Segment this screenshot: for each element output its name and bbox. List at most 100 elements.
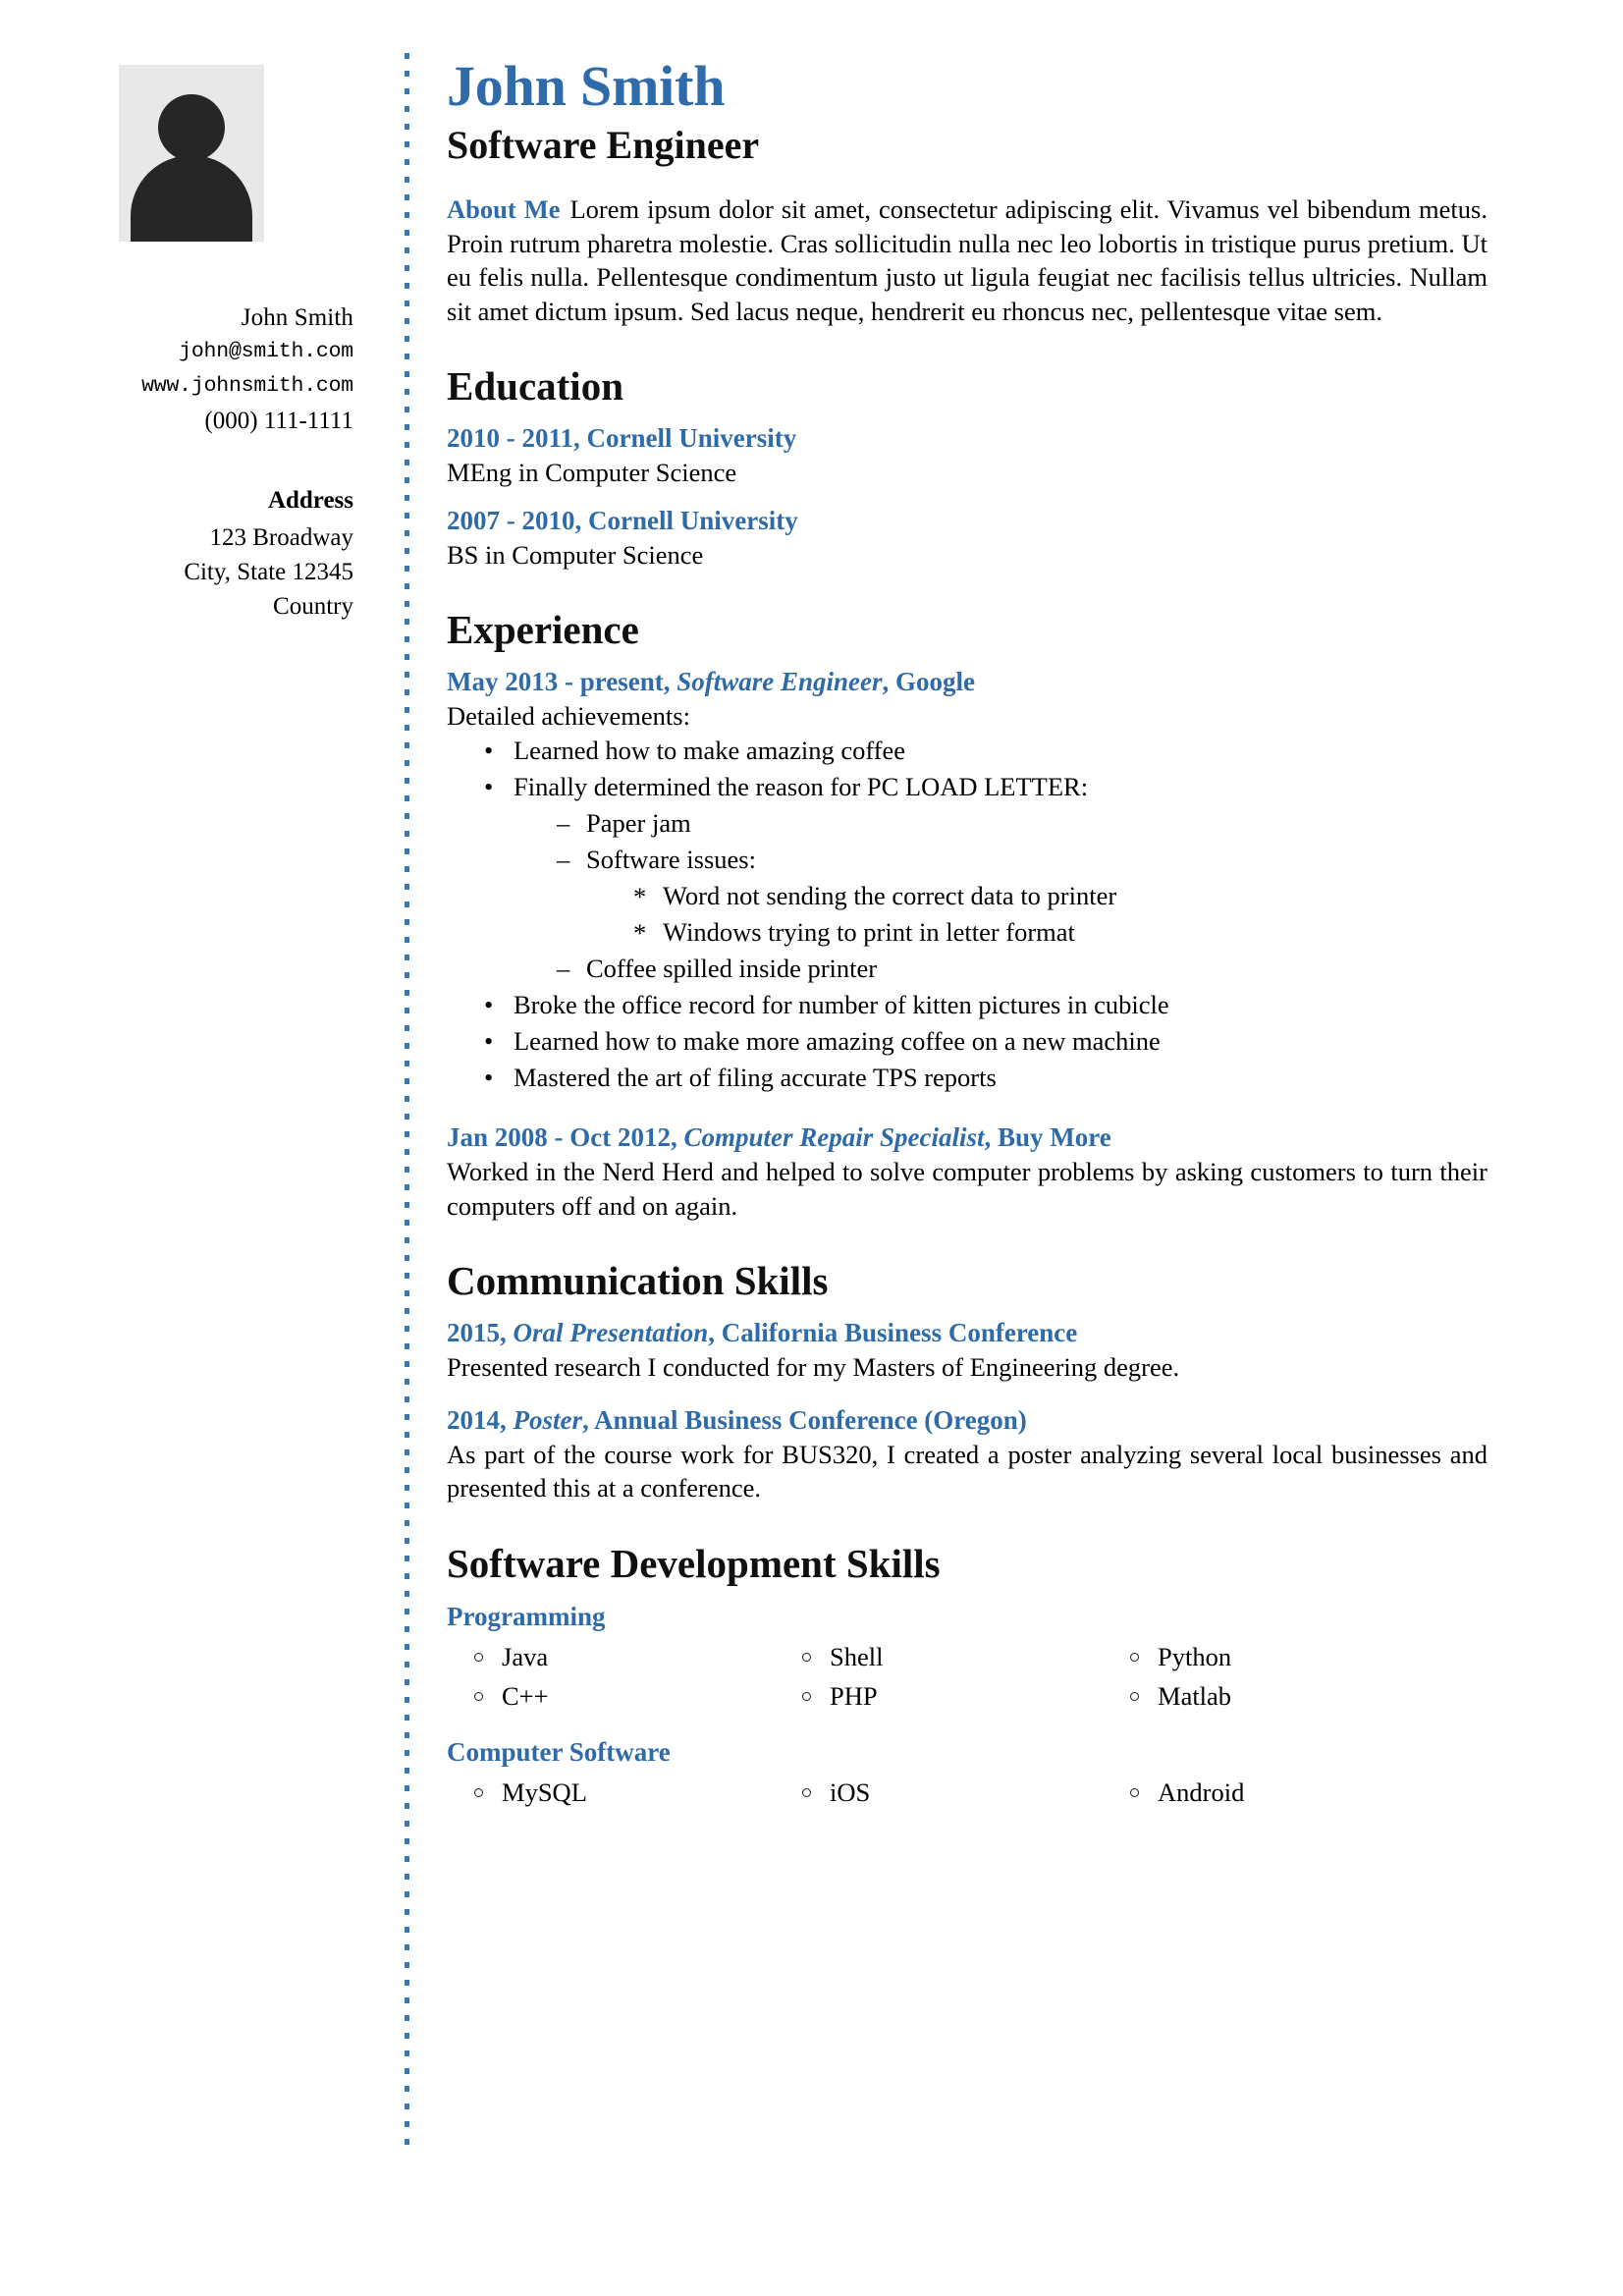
skill-grid: Java Shell Python C++ PHP Matlab <box>460 1637 1488 1716</box>
job-title: Software Engineer <box>447 123 760 167</box>
main-column: John Smith Software Engineer About Me Lor… <box>447 0 1488 1812</box>
list-item-text: Software issues: <box>586 845 756 874</box>
about-me-label: About Me <box>447 194 561 224</box>
list-item-text: Paper jam <box>586 808 691 838</box>
section-heading-experience: Experience <box>447 607 639 652</box>
experience-role: Computer Repair Specialist <box>683 1122 985 1152</box>
avatar-head-icon <box>158 94 225 161</box>
skill-item: Android <box>1116 1773 1444 1812</box>
list-item-text: Coffee spilled inside printer <box>586 954 878 983</box>
avatar-container <box>0 65 383 242</box>
experience-dates: Jan 2008 - Oct 2012, <box>447 1122 677 1152</box>
experience-description: Worked in the Nerd Herd and helped to so… <box>447 1157 1488 1221</box>
skill-group-computer-software: Computer Software MySQL iOS Android <box>447 1733 1488 1812</box>
list-item: * Windows trying to print in letter form… <box>633 914 1488 951</box>
list-item: * Word not sending the correct data to p… <box>633 878 1488 914</box>
section-heading-communication: Communication Skills <box>447 1258 829 1303</box>
list-item: – Coffee spilled inside printer <box>557 951 1488 987</box>
skill-label: Android <box>1158 1777 1245 1807</box>
contact-website[interactable]: www.johnsmith.com <box>0 369 353 404</box>
circle-marker-icon <box>802 1691 811 1701</box>
circle-marker-icon <box>474 1787 483 1797</box>
circle-marker-icon <box>802 1652 811 1662</box>
list-item-text: Learned how to make amazing coffee <box>514 736 906 765</box>
bullet-marker-icon: • <box>484 1063 494 1092</box>
address-heading: Address <box>267 487 353 514</box>
circle-marker-icon <box>1130 1652 1139 1662</box>
sidebar: John Smith john@smith.com www.johnsmith.… <box>0 0 383 624</box>
section-heading-software-skills: Software Development Skills <box>447 1540 941 1586</box>
section-heading-education: Education <box>447 363 623 409</box>
list-item: • Broke the office record for number of … <box>484 987 1488 1023</box>
skill-group-programming: Programming Java Shell Python C++ PHP Ma… <box>447 1598 1488 1716</box>
skill-item: iOS <box>788 1773 1116 1812</box>
avatar <box>119 65 264 242</box>
contact-email[interactable]: john@smith.com <box>0 335 353 369</box>
circle-marker-icon <box>474 1652 483 1662</box>
about-me-paragraph: About Me Lorem ipsum dolor sit amet, cons… <box>447 192 1488 328</box>
list-item: • Finally determined the reason for PC L… <box>484 769 1488 987</box>
communication-entry: 2014, Poster, Annual Business Conference… <box>447 1402 1488 1505</box>
skill-category-label: Programming <box>447 1601 606 1631</box>
skill-item: C++ <box>460 1676 788 1716</box>
communication-venue: , California Business Conference <box>708 1318 1078 1347</box>
circle-marker-icon <box>802 1787 811 1797</box>
contact-phone[interactable]: (000) 111-1111 <box>0 404 353 438</box>
star-marker-icon: * <box>633 882 647 911</box>
communication-entry-head: 2014, Poster, Annual Business Conference… <box>447 1402 1488 1438</box>
page-title: John Smith <box>447 54 726 118</box>
experience-dates: May 2013 - present, <box>447 667 671 696</box>
about-me-text: Lorem ipsum dolor sit amet, consectetur … <box>447 194 1488 326</box>
star-marker-icon: * <box>633 918 647 948</box>
experience-entry-head: Jan 2008 - Oct 2012, Computer Repair Spe… <box>447 1120 1488 1155</box>
communication-role: Poster <box>513 1404 583 1435</box>
circle-marker-icon <box>1130 1787 1139 1797</box>
communication-year: 2015, <box>447 1318 507 1347</box>
achievement-sublist: – Paper jam – Software issues: * Word no… <box>557 805 1488 987</box>
achievement-subsublist: * Word not sending the correct data to p… <box>633 878 1488 951</box>
list-item-text: Word not sending the correct data to pri… <box>663 881 1117 910</box>
skill-label: C++ <box>502 1680 549 1711</box>
skill-item: MySQL <box>460 1773 788 1812</box>
skill-label: iOS <box>830 1777 871 1807</box>
list-item: • Learned how to make amazing coffee <box>484 733 1488 769</box>
list-item-text: Finally determined the reason for PC LOA… <box>514 772 1089 801</box>
skill-item: PHP <box>788 1676 1116 1716</box>
experience-entry-head: May 2013 - present, Software Engineer, G… <box>447 664 1488 699</box>
skill-label: Matlab <box>1158 1680 1232 1711</box>
circle-marker-icon <box>474 1691 483 1701</box>
communication-description: As part of the course work for BUS320, I… <box>447 1439 1488 1503</box>
skill-label: MySQL <box>502 1777 587 1807</box>
communication-description: Presented research I conducted for my Ma… <box>447 1352 1180 1382</box>
address-block: Address 123 Broadway City, State 12345 C… <box>0 483 383 624</box>
communication-entry-head: 2015, Oral Presentation, California Busi… <box>447 1315 1488 1350</box>
communication-venue: , Annual Business Conference (Oregon) <box>582 1404 1027 1435</box>
experience-company: , Google <box>882 667 976 696</box>
list-item-text: Broke the office record for number of ki… <box>514 990 1169 1019</box>
education-entry: 2007 - 2010, Cornell University BS in Co… <box>447 503 1488 572</box>
skill-item: Java <box>460 1637 788 1676</box>
contact-name: John Smith <box>241 304 353 331</box>
skill-grid: MySQL iOS Android <box>460 1773 1488 1812</box>
experience-entry: Jan 2008 - Oct 2012, Computer Repair Spe… <box>447 1120 1488 1223</box>
education-entry-head: 2010 - 2011, Cornell University <box>447 423 797 453</box>
education-entry: 2010 - 2011, Cornell University MEng in … <box>447 420 1488 489</box>
dash-marker-icon: – <box>557 954 570 983</box>
skill-label: Java <box>502 1641 549 1671</box>
address-line-3: Country <box>273 593 353 620</box>
list-item: – Software issues: * Word not sending th… <box>557 842 1488 951</box>
bullet-marker-icon: • <box>484 1026 494 1056</box>
achievement-list: • Learned how to make amazing coffee • F… <box>484 733 1488 1096</box>
dash-marker-icon: – <box>557 845 570 874</box>
contact-block: John Smith john@smith.com www.johnsmith.… <box>0 301 383 438</box>
experience-company: , Buy More <box>984 1122 1111 1152</box>
communication-year: 2014, <box>447 1404 507 1435</box>
avatar-body-icon <box>131 155 252 242</box>
list-item-text: Learned how to make more amazing coffee … <box>514 1026 1161 1056</box>
list-item: • Mastered the art of filing accurate TP… <box>484 1060 1488 1096</box>
communication-role: Oral Presentation <box>513 1318 709 1347</box>
skill-item: Shell <box>788 1637 1116 1676</box>
skill-label: PHP <box>830 1680 878 1711</box>
experience-entry: May 2013 - present, Software Engineer, G… <box>447 664 1488 1096</box>
address-line-2: City, State 12345 <box>184 559 353 585</box>
